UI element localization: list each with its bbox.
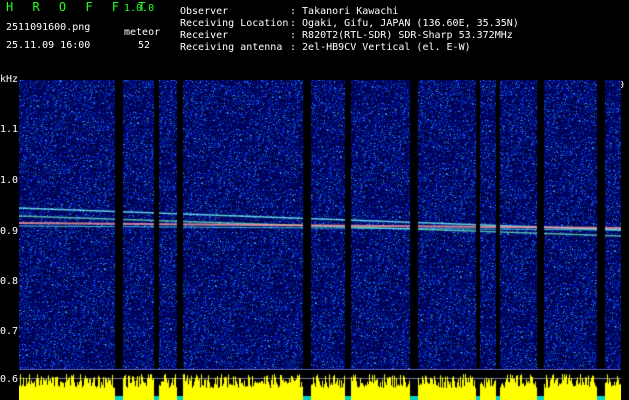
file-datetime: 25.11.09 16:00 — [6, 40, 91, 51]
info-value-location: : Ogaki, Gifu, JAPAN (136.60E, 35.35N) — [290, 18, 519, 29]
spectrogram — [19, 80, 621, 370]
y-tick: 0.8 — [0, 276, 19, 287]
app-version: 1.0.0 — [124, 3, 155, 14]
signal-histogram — [19, 370, 621, 400]
info-key-receiver: Receiver — [180, 30, 229, 41]
y-tick: 1.1 — [0, 124, 19, 135]
file-name: 2511091600.png — [6, 22, 91, 33]
meteor-count: 52 — [138, 40, 151, 51]
meteor-label: meteor — [124, 27, 161, 38]
y-tick: 0.7 — [0, 326, 19, 337]
info-key-observer: Observer — [180, 6, 229, 17]
hrofft-window: H R O F F T 1.0.0 2511091600.png 25.11.0… — [0, 0, 629, 400]
y-tick: 0.9 — [0, 226, 19, 237]
info-key-location: Receiving Location — [180, 18, 289, 29]
info-value-observer: : Takanori Kawachi — [290, 6, 399, 17]
info-value-receiver: : R820T2(RTL-SDR) SDR-Sharp 53.372MHz — [290, 30, 513, 41]
y-tick: 1.0 — [0, 175, 19, 186]
info-value-antenna: : 2el-HB9CV Vertical (el. E-W) — [290, 42, 471, 53]
y-axis-unit: kHz — [0, 74, 19, 85]
info-key-antenna: Receiving antenna — [180, 42, 283, 53]
y-tick: 0.6 — [0, 374, 19, 385]
